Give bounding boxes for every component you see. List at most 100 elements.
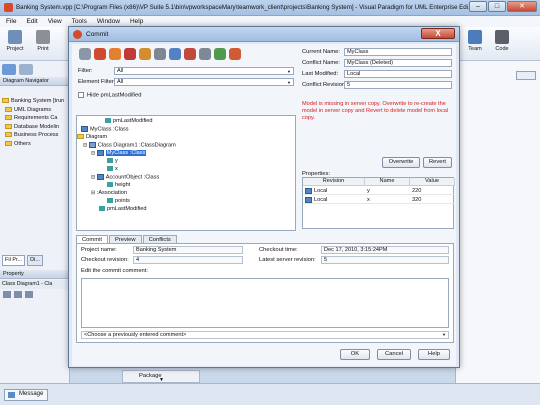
statusbar: Message <box>0 383 540 405</box>
tree-node[interactable]: height <box>107 182 130 189</box>
commit-comment-textarea[interactable] <box>81 278 449 328</box>
tree-node[interactable]: ⊟ Class Diagram1 :ClassDiagram <box>83 142 176 149</box>
latest-revision-field: 5 <box>321 256 449 264</box>
filter-select[interactable]: All <box>114 67 294 75</box>
diagram-tab[interactable]: Di... <box>27 255 43 266</box>
column-header[interactable]: Revision <box>303 178 365 186</box>
tree-node[interactable]: points <box>107 198 130 205</box>
menu-window[interactable]: Window <box>97 18 120 25</box>
menu-edit[interactable]: Edit <box>26 18 37 25</box>
tree-item-business[interactable]: Business Process <box>0 131 70 140</box>
commit-toolbar <box>76 47 294 63</box>
collapse-icon[interactable] <box>79 48 91 60</box>
commit-dialog: Commit X Filter: All Element Filter: All… <box>68 26 460 368</box>
class-icon <box>81 126 88 132</box>
column-header[interactable]: Value <box>410 178 455 186</box>
table-cell: y <box>365 187 410 195</box>
column-header[interactable]: Name <box>365 178 410 186</box>
sort-icon[interactable] <box>3 291 11 298</box>
message-button[interactable]: Message <box>4 389 49 401</box>
element-filter-select[interactable]: All <box>114 78 294 86</box>
commit-comment-label: Edit the commit comment: <box>81 268 149 274</box>
menu-help[interactable]: Help <box>130 18 143 25</box>
property-panel-subtitle: Class Diagram1 - Cla <box>0 280 70 289</box>
team-button[interactable]: Team <box>464 30 486 52</box>
tree-node-selected[interactable]: ⊟ MyClass :Class <box>91 150 147 157</box>
help-button[interactable]: Help <box>418 349 450 360</box>
menu-file[interactable]: File <box>6 18 16 25</box>
app-logo-icon <box>4 3 13 12</box>
folder-icon <box>77 134 84 140</box>
ok-button[interactable]: OK <box>340 349 370 360</box>
overwrite-button[interactable]: Overwrite <box>382 157 420 168</box>
dropdown-arrow-icon: ▼ <box>442 332 446 337</box>
close-button[interactable]: ✕ <box>507 1 537 12</box>
tree-item-others[interactable]: Others <box>0 140 70 149</box>
added-icon[interactable] <box>169 48 181 60</box>
tree-node[interactable]: ⊟ AccountObject :Class <box>91 174 159 181</box>
maximize-button[interactable]: □ <box>488 1 506 12</box>
project-button[interactable]: Project <box>4 30 26 52</box>
project-icon <box>8 30 22 44</box>
checkbox-box[interactable] <box>78 92 84 98</box>
filter-icon[interactable] <box>25 291 33 298</box>
code-icon <box>495 30 509 44</box>
tree-item-database[interactable]: Database Modelin <box>0 123 70 132</box>
cancel-button[interactable]: Cancel <box>377 349 411 360</box>
tree-node[interactable]: y <box>107 158 118 165</box>
table-cell: x <box>365 196 410 204</box>
checkout-revision-label: Checkout revision: <box>81 257 129 263</box>
folder-icon <box>5 123 12 129</box>
property-tabs: Fil Pr... Di... <box>2 255 43 266</box>
tree-node[interactable]: pmLastModified <box>105 118 153 125</box>
app-title: Banking System.vpp [C:\Program Files (x8… <box>16 4 474 11</box>
tree-node[interactable]: Diagram <box>77 134 107 141</box>
tree-item-requirements[interactable]: Requirements Ca <box>0 114 70 123</box>
revert-button[interactable]: Revert <box>423 157 452 168</box>
project-name-field: Banking System <box>133 246 243 254</box>
overwrite-icon[interactable] <box>199 48 211 60</box>
attribute-icon <box>105 118 111 124</box>
select-all-icon[interactable] <box>109 48 121 60</box>
property-panel-title: Property <box>0 270 70 279</box>
left-panel-tabs <box>2 64 62 76</box>
tree-node[interactable]: MyClass :Class <box>81 126 129 133</box>
modified-icon[interactable] <box>139 48 151 60</box>
minimize-button[interactable]: – <box>469 1 487 12</box>
project-name-label: Project name: <box>81 247 117 253</box>
code-button[interactable]: Code <box>491 30 513 52</box>
hide-pmlastmodified-checkbox[interactable]: Hide pmLastModified <box>78 92 141 99</box>
team-icon <box>468 30 482 44</box>
navigator-tab-icon[interactable] <box>2 64 16 75</box>
previous-comment-select[interactable]: <Choose a previously entered comment> ▼ <box>81 331 449 339</box>
conflict-icon[interactable] <box>184 48 196 60</box>
menu-tools[interactable]: Tools <box>72 18 87 25</box>
checkout-time-field: Dec 17, 2010, 3:15:24PM <box>321 246 449 254</box>
table-cell: 220 <box>410 187 455 195</box>
property-toolbar <box>3 291 33 298</box>
latest-revision-label: Latest server revision: <box>259 257 316 263</box>
expand-icon[interactable] <box>94 48 106 60</box>
commit-pane: Project name: Banking System Checkout re… <box>76 243 454 343</box>
revert-icon[interactable] <box>214 48 226 60</box>
categorize-icon[interactable] <box>14 291 22 298</box>
package-tool[interactable]: Package ▼ <box>122 370 200 383</box>
menu-view[interactable]: View <box>48 18 62 25</box>
tree-item-project[interactable]: Banking System [trun <box>0 97 70 106</box>
checkout-time-label: Checkout time: <box>259 247 298 253</box>
refresh-icon[interactable] <box>229 48 241 60</box>
filter-changes-icon[interactable] <box>124 48 136 60</box>
restore-icon[interactable] <box>516 71 536 80</box>
attribute-icon <box>107 198 113 204</box>
tree-node[interactable]: ⊟ :Association <box>91 190 127 197</box>
conflict-name-field: MyClass (Deleted) <box>344 59 452 67</box>
conflict-name-label: Conflict Name: <box>302 60 341 66</box>
model-tab-icon[interactable] <box>19 64 33 75</box>
file-properties-tab[interactable]: Fil Pr... <box>2 255 26 266</box>
tree-item-uml[interactable]: UML Diagrams <box>0 106 70 115</box>
print-button[interactable]: Print <box>32 30 54 52</box>
deleted-icon[interactable] <box>154 48 166 60</box>
dialog-close-button[interactable]: X <box>421 28 455 39</box>
tree-node[interactable]: pmLastModified <box>99 206 147 213</box>
tree-node[interactable]: x <box>107 166 118 173</box>
